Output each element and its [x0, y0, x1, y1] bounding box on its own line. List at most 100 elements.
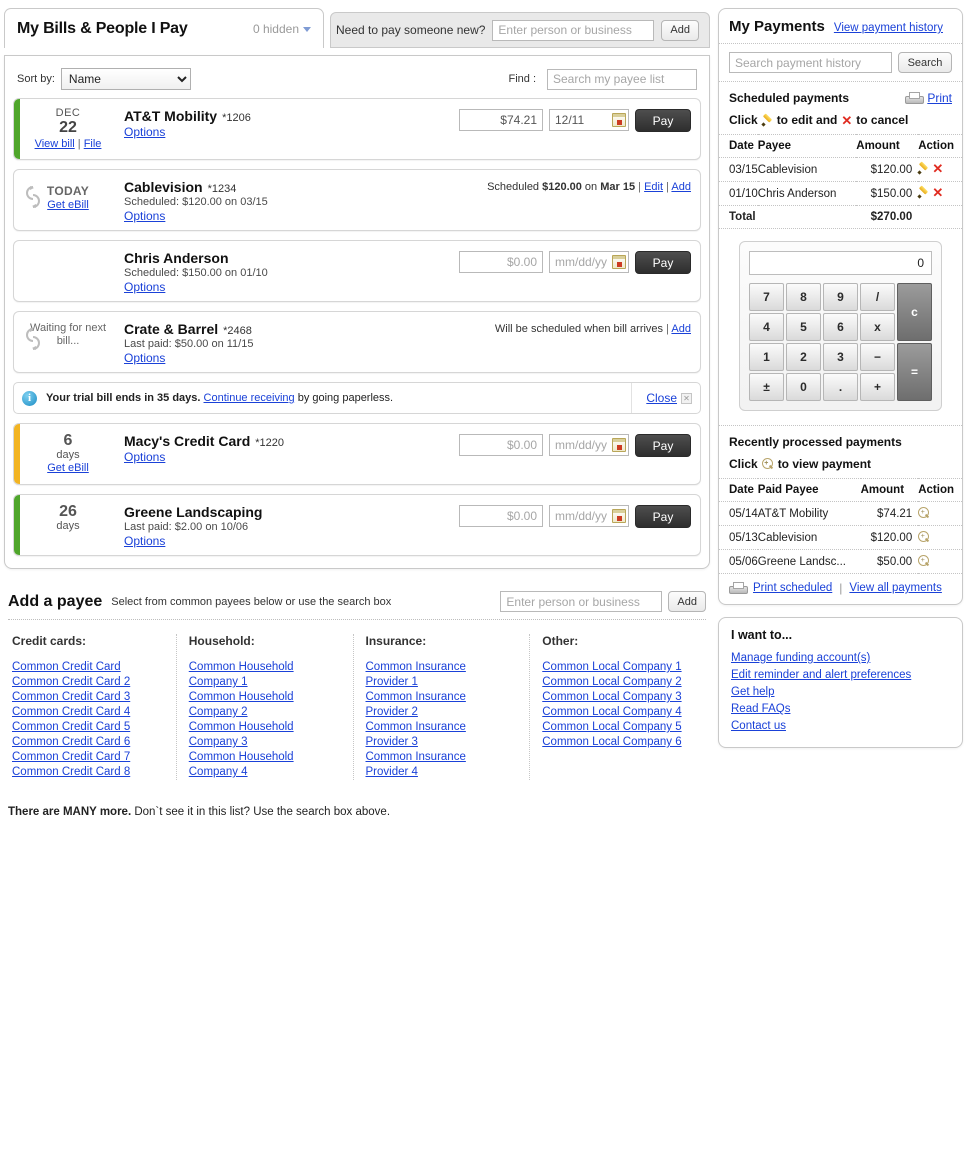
calc-key-0[interactable]: 0: [786, 373, 821, 401]
search-button[interactable]: Search: [898, 52, 952, 73]
edit-pencil-icon[interactable]: [918, 163, 929, 174]
calc-key-6[interactable]: 6: [823, 313, 858, 341]
payee-link[interactable]: Common Household: [189, 660, 353, 675]
calc-key-minus[interactable]: −: [860, 343, 895, 371]
pay-button[interactable]: Pay: [635, 505, 691, 528]
payee-link[interactable]: Company 1: [189, 675, 353, 690]
bill-row-cablevision[interactable]: TODAY Get eBill Cablevision *1234 Schedul…: [13, 169, 701, 231]
payee-link[interactable]: Common Credit Card 6: [12, 735, 176, 750]
payee-link[interactable]: Common Household: [189, 690, 353, 705]
sort-select[interactable]: Name: [60, 68, 191, 90]
payee-link[interactable]: Company 2: [189, 705, 353, 720]
payee-link[interactable]: Common Credit Card 7: [12, 750, 176, 765]
payee-link[interactable]: Common Insurance: [366, 720, 530, 735]
payee-link[interactable]: Provider 4: [366, 765, 530, 780]
payee-link[interactable]: Common Insurance: [366, 660, 530, 675]
calc-key-divide[interactable]: /: [860, 283, 895, 311]
payee-link[interactable]: Company 4: [189, 765, 353, 780]
close-icon[interactable]: ✕: [681, 392, 692, 404]
calculator-display[interactable]: 0: [749, 251, 932, 275]
new-payee-input[interactable]: [492, 19, 655, 41]
bill-row-macys[interactable]: 6 days Get eBill Macy's Credit Card *1220…: [13, 423, 701, 485]
cancel-x-icon[interactable]: ✕: [932, 161, 943, 176]
add-link[interactable]: Add: [671, 323, 691, 335]
add-payee-button[interactable]: Add: [668, 591, 706, 612]
get-help-link[interactable]: Get help: [731, 684, 950, 701]
table-row[interactable]: 05/14 AT&T Mobility $74.21 +: [719, 501, 962, 526]
calc-key-2[interactable]: 2: [786, 343, 821, 371]
payee-link[interactable]: Common Credit Card: [12, 660, 176, 675]
view-payment-icon[interactable]: +: [918, 555, 930, 567]
calc-key-4[interactable]: 4: [749, 313, 784, 341]
payee-link[interactable]: Common Household: [189, 750, 353, 765]
add-link[interactable]: Add: [671, 181, 691, 193]
print-scheduled-link[interactable]: Print scheduled: [753, 582, 832, 594]
close-notice-link[interactable]: Close: [646, 391, 677, 405]
payee-link[interactable]: Common Local Company 5: [542, 720, 706, 735]
edit-pencil-icon[interactable]: [918, 187, 929, 198]
find-payee-input[interactable]: [547, 68, 697, 90]
amount-input[interactable]: [459, 109, 543, 131]
calc-key-9[interactable]: 9: [823, 283, 858, 311]
options-link[interactable]: Options: [124, 351, 165, 365]
pay-button[interactable]: Pay: [635, 251, 691, 274]
pay-button[interactable]: Pay: [635, 434, 691, 457]
bill-row-chris-anderson[interactable]: Chris Anderson Scheduled: $150.00 on 01/…: [13, 240, 701, 302]
calc-key-5[interactable]: 5: [786, 313, 821, 341]
bill-row-crate-barrel[interactable]: Waiting for next bill... Crate & Barrel *…: [13, 311, 701, 373]
calendar-icon[interactable]: [612, 113, 626, 127]
options-link[interactable]: Options: [124, 450, 165, 464]
cancel-x-icon[interactable]: ✕: [932, 185, 943, 200]
payee-link[interactable]: Provider 1: [366, 675, 530, 690]
add-payee-input[interactable]: [500, 591, 663, 612]
options-link[interactable]: Options: [124, 280, 165, 294]
payee-link[interactable]: Company 3: [189, 735, 353, 750]
calc-key-decimal[interactable]: .: [823, 373, 858, 401]
payee-link[interactable]: Common Credit Card 8: [12, 765, 176, 780]
printer-icon[interactable]: [729, 581, 748, 595]
payee-link[interactable]: Common Local Company 1: [542, 660, 706, 675]
get-ebill-link[interactable]: Get eBill: [47, 462, 89, 474]
calc-key-1[interactable]: 1: [749, 343, 784, 371]
manage-funding-accounts-link[interactable]: Manage funding account(s): [731, 650, 950, 667]
edit-reminder-preferences-link[interactable]: Edit reminder and alert preferences: [731, 667, 950, 684]
options-link[interactable]: Options: [124, 209, 165, 223]
view-payment-icon[interactable]: +: [918, 531, 930, 543]
print-link[interactable]: Print: [927, 91, 952, 105]
pay-button[interactable]: Pay: [635, 109, 691, 132]
payee-link[interactable]: Common Credit Card 4: [12, 705, 176, 720]
payee-link[interactable]: Provider 2: [366, 705, 530, 720]
calc-key-3[interactable]: 3: [823, 343, 858, 371]
payee-link[interactable]: Common Local Company 2: [542, 675, 706, 690]
view-all-payments-link[interactable]: View all payments: [849, 582, 941, 594]
table-row[interactable]: 05/06 Greene Landsc... $50.00 +: [719, 549, 962, 574]
amount-input[interactable]: [459, 505, 543, 527]
calc-key-plus[interactable]: +: [860, 373, 895, 401]
continue-receiving-link[interactable]: Continue receiving: [204, 392, 295, 404]
table-row[interactable]: 03/15 Cablevision $120.00 ✕: [719, 157, 962, 182]
read-faqs-link[interactable]: Read FAQs: [731, 701, 950, 718]
bill-row-greene-landscaping[interactable]: 26 days Greene Landscaping Last paid: $2…: [13, 494, 701, 556]
amount-input[interactable]: [459, 434, 543, 456]
bill-row-att[interactable]: DEC 22 View bill | File AT&T Mobility *12…: [13, 98, 701, 160]
payee-link[interactable]: Common Insurance: [366, 690, 530, 705]
options-link[interactable]: Options: [124, 534, 165, 548]
get-ebill-link[interactable]: Get eBill: [47, 199, 89, 211]
table-row[interactable]: 05/13 Cablevision $120.00 +: [719, 525, 962, 550]
calendar-icon[interactable]: [612, 438, 626, 452]
view-payment-history-link[interactable]: View payment history: [834, 22, 943, 34]
calc-key-8[interactable]: 8: [786, 283, 821, 311]
calc-key-clear[interactable]: c: [897, 283, 932, 341]
table-row[interactable]: 01/10 Chris Anderson $150.00 ✕: [719, 181, 962, 206]
view-payment-icon[interactable]: +: [918, 507, 930, 519]
add-new-payee-button[interactable]: Add: [661, 19, 699, 41]
edit-link[interactable]: Edit: [644, 181, 663, 193]
payee-link[interactable]: Common Local Company 6: [542, 735, 706, 750]
payee-link[interactable]: Common Credit Card 3: [12, 690, 176, 705]
payee-link[interactable]: Common Credit Card 2: [12, 675, 176, 690]
calendar-icon[interactable]: [612, 255, 626, 269]
calc-key-equals[interactable]: =: [897, 343, 932, 401]
file-link[interactable]: File: [84, 138, 102, 150]
payee-link[interactable]: Common Local Company 3: [542, 690, 706, 705]
payee-link[interactable]: Provider 3: [366, 735, 530, 750]
